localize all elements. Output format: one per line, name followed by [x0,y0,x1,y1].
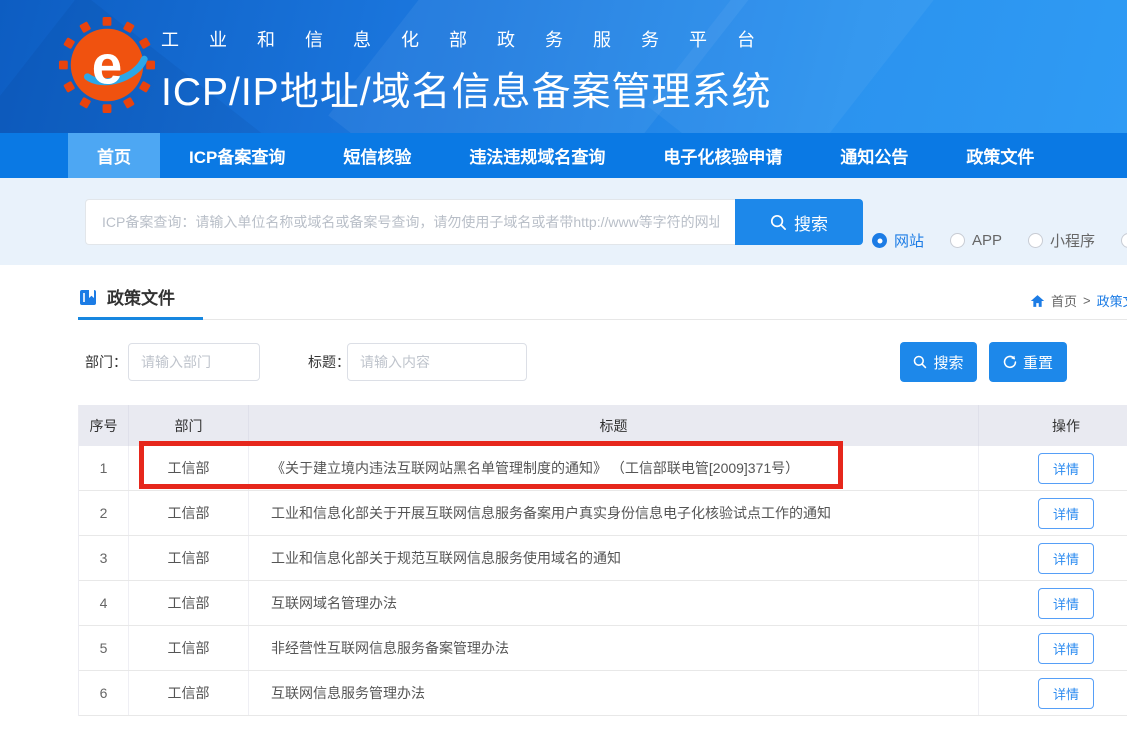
cell-dept: 工信部 [129,446,249,490]
search-icon [913,355,927,369]
radio-label: 小程序 [1050,230,1095,251]
cell-action: 详情 [979,446,1127,490]
cell-title: 互联网信息服务管理办法 [249,671,979,715]
radio-miniprogram[interactable]: 小程序 [1028,230,1095,251]
section-divider [78,319,1127,320]
filter-reset-label: 重置 [1023,352,1053,373]
nav-item-home[interactable]: 首页 [68,133,160,178]
system-title: ICP/IP地址/域名信息备案管理系统 [161,61,785,117]
policy-table: 序号 部门 标题 操作 1 工信部 《关于建立境内违法互联网站黑名单管理制度的通… [78,405,1127,716]
cell-action: 详情 [979,671,1127,715]
table-row: 2 工信部 工业和信息化部关于开展互联网信息服务备案用户真实身份信息电子化核验试… [79,491,1127,536]
nav-item-illegal-domain-query[interactable]: 违法违规域名查询 [440,133,634,178]
col-header-title: 标题 [249,405,979,446]
cell-action: 详情 [979,626,1127,670]
cell-index: 5 [79,626,129,670]
search-type-radio-group: 网站 APP 小程序 快应用 [872,230,1127,251]
section-divider-accent [78,317,203,320]
radio-label: APP [972,232,1002,249]
radio-selected-icon [872,233,887,248]
cell-title: 《关于建立境内违法互联网站黑名单管理制度的通知》 （工信部联电管[2009]37… [249,446,979,490]
radio-unselected-icon [1028,233,1043,248]
breadcrumb-current: 政策文件 [1097,291,1127,310]
nav-item-e-verification[interactable]: 电子化核验申请 [634,133,811,178]
cell-index: 6 [79,671,129,715]
cell-dept: 工信部 [129,671,249,715]
cell-index: 2 [79,491,129,535]
radio-unselected-icon [1121,233,1127,248]
nav-item-sms-verify[interactable]: 短信核验 [314,133,440,178]
icp-search-button-label: 搜索 [794,210,828,235]
nav-item-icp-query[interactable]: ICP备案查询 [160,133,314,178]
breadcrumb-separator: > [1083,293,1091,308]
breadcrumb-home[interactable]: 首页 [1051,291,1077,310]
cell-title: 非经营性互联网信息服务备案管理办法 [249,626,979,670]
platform-title: 工业和信息化部政务服务平台 [161,26,785,52]
detail-button[interactable]: 详情 [1038,678,1094,709]
site-header: e 工业和信息化部政务服务平台 ICP/IP地址/域名信息备案管理系统 [0,0,1127,133]
cell-dept: 工信部 [129,491,249,535]
filter-search-button[interactable]: 搜索 [900,342,977,382]
header-titles: 工业和信息化部政务服务平台 ICP/IP地址/域名信息备案管理系统 [161,26,785,117]
dept-filter-label: 部门： [85,342,127,382]
cell-title: 工业和信息化部关于规范互联网信息服务使用域名的通知 [249,536,979,580]
title-filter-input[interactable] [347,343,527,381]
radio-app[interactable]: APP [950,232,1002,249]
col-header-index: 序号 [79,405,129,446]
detail-button[interactable]: 详情 [1038,588,1094,619]
detail-button[interactable]: 详情 [1038,543,1094,574]
cell-dept: 工信部 [129,581,249,625]
cell-index: 1 [79,446,129,490]
home-icon [1030,294,1045,308]
filter-row: 部门： 标题： 搜索 重置 [0,342,1127,384]
section-title: 政策文件 [107,284,175,309]
icp-search-button[interactable]: 搜索 [735,199,863,245]
book-icon [78,287,98,307]
radio-label: 网站 [894,230,924,251]
table-row: 5 工信部 非经营性互联网信息服务备案管理办法 详情 [79,626,1127,671]
filter-reset-button[interactable]: 重置 [989,342,1067,382]
table-header: 序号 部门 标题 操作 [79,405,1127,446]
cell-action: 详情 [979,491,1127,535]
breadcrumb: 首页 > 政策文件 [1030,291,1127,310]
icp-search-input[interactable] [85,199,735,245]
radio-quickapp[interactable]: 快应用 [1121,230,1127,251]
col-header-action: 操作 [979,405,1127,446]
dept-filter-input[interactable] [128,343,260,381]
radio-unselected-icon [950,233,965,248]
detail-button[interactable]: 详情 [1038,498,1094,529]
cell-title: 互联网域名管理办法 [249,581,979,625]
table-row: 6 工信部 互联网信息服务管理办法 详情 [79,671,1127,716]
table-row: 1 工信部 《关于建立境内违法互联网站黑名单管理制度的通知》 （工信部联电管[2… [79,446,1127,491]
nav-item-notices[interactable]: 通知公告 [811,133,937,178]
refresh-icon [1003,355,1017,369]
table-row: 4 工信部 互联网域名管理办法 详情 [79,581,1127,626]
cell-index: 3 [79,536,129,580]
cell-dept: 工信部 [129,626,249,670]
table-body: 1 工信部 《关于建立境内违法互联网站黑名单管理制度的通知》 （工信部联电管[2… [79,446,1127,716]
main-nav: 首页 ICP备案查询 短信核验 违法违规域名查询 电子化核验申请 通知公告 政策… [0,133,1127,178]
detail-button[interactable]: 详情 [1038,453,1094,484]
logo-letter: e [92,34,123,96]
title-filter-label: 标题： [308,342,350,382]
cell-title: 工业和信息化部关于开展互联网信息服务备案用户真实身份信息电子化核验试点工作的通知 [249,491,979,535]
icp-search-band: 搜索 网站 APP 小程序 快应用 [0,178,1127,265]
col-header-dept: 部门 [129,405,249,446]
miit-gear-logo-icon: e [58,16,156,114]
detail-button[interactable]: 详情 [1038,633,1094,664]
section-header: 政策文件 [78,284,175,309]
nav-item-policy-files[interactable]: 政策文件 [937,133,1063,178]
radio-website[interactable]: 网站 [872,230,924,251]
cell-index: 4 [79,581,129,625]
cell-dept: 工信部 [129,536,249,580]
cell-action: 详情 [979,536,1127,580]
table-row: 3 工信部 工业和信息化部关于规范互联网信息服务使用域名的通知 详情 [79,536,1127,581]
filter-search-label: 搜索 [933,352,963,373]
search-icon [770,214,787,231]
cell-action: 详情 [979,581,1127,625]
